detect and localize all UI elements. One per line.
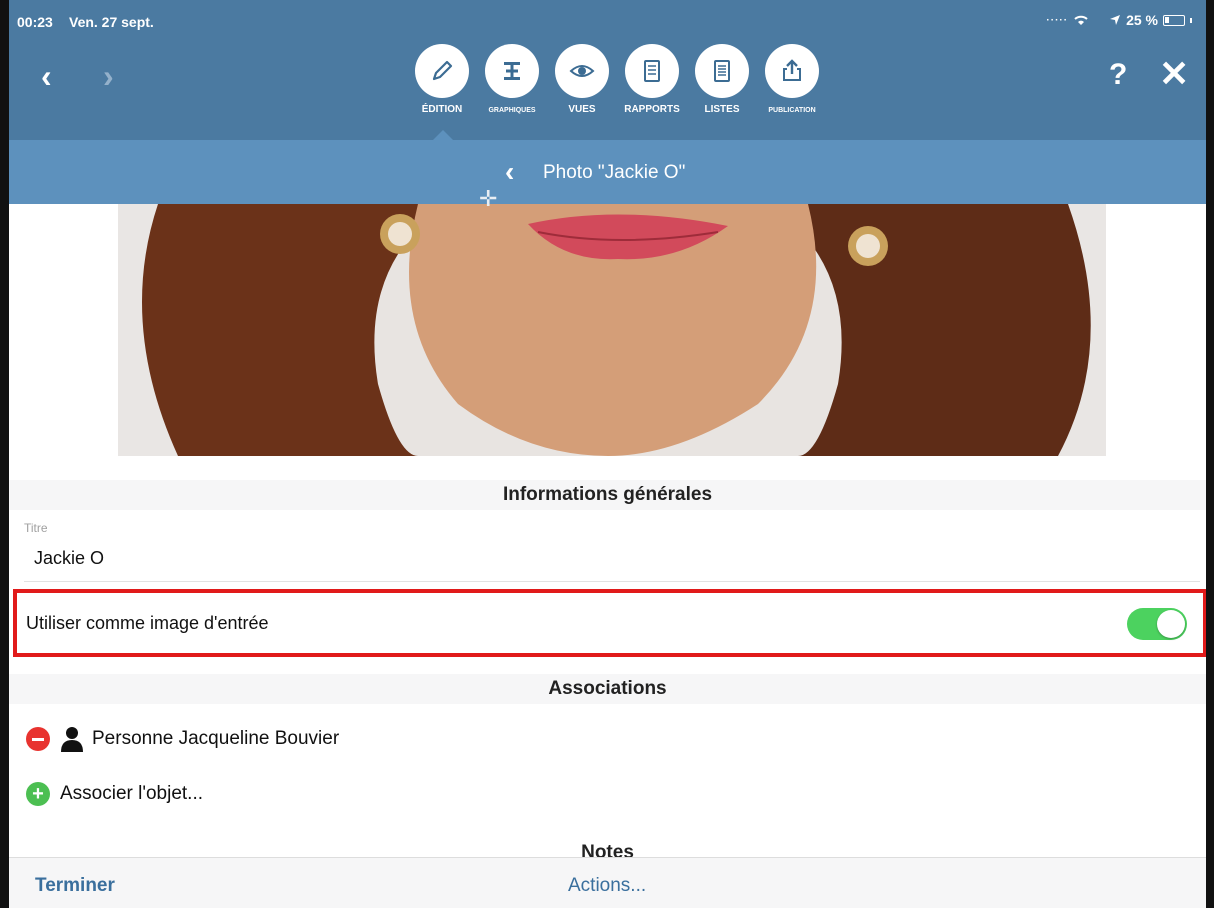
tab-rapports[interactable]: RAPPORTS (617, 44, 687, 115)
close-button[interactable]: ✕ (1159, 56, 1189, 92)
battery-percent: 25 % (1126, 12, 1158, 28)
add-association-button[interactable]: + Associer l'objet... (26, 782, 203, 806)
status-time: 00:23 (17, 14, 53, 30)
portrait-image (118, 204, 1106, 456)
back-button[interactable]: ‹ (41, 60, 52, 92)
tab-label: RAPPORTS (624, 104, 680, 115)
tab-label: PUBLICATION (768, 107, 816, 114)
tab-label: VUES (568, 104, 596, 115)
title-input[interactable] (24, 536, 1200, 582)
help-icon: ? (1109, 58, 1128, 91)
remove-icon[interactable] (26, 727, 50, 751)
chart-icon (485, 44, 539, 98)
tab-publication[interactable]: PUBLICATION (757, 44, 827, 115)
upload-icon (765, 44, 819, 98)
status-bar: 00:23 Ven. 27 sept. ····· 25 % (9, 0, 1206, 34)
tab-vues[interactable]: VUES (547, 44, 617, 115)
pencil-icon (415, 44, 469, 98)
main-tabs: ÉDITION GRAPHIQUES VUES RAPPORTS LISTES … (407, 44, 827, 115)
breadcrumb-bar: ‹ Photo "Jackie O" ✛ (9, 140, 1206, 211)
moon-icon (1096, 15, 1102, 25)
active-tab-indicator (433, 130, 453, 140)
chevron-left-icon: ‹ (41, 58, 52, 94)
add-icon: + (26, 782, 50, 806)
battery-level (1165, 16, 1169, 23)
record-photo[interactable] (118, 204, 1106, 456)
person-icon (61, 727, 83, 752)
chevron-left-icon[interactable]: ‹ (505, 156, 514, 188)
signal-icon: ····· (1046, 14, 1069, 26)
crosshair-cursor-icon: ✛ (479, 186, 498, 211)
list-icon (695, 44, 749, 98)
entry-image-toggle[interactable] (1127, 608, 1187, 640)
association-item[interactable]: Personne Jacqueline Bouvier (26, 726, 339, 752)
section-header-general: Informations générales (9, 480, 1206, 510)
wifi-icon (1074, 15, 1088, 25)
frame-border (1206, 0, 1214, 908)
close-icon: ✕ (1159, 53, 1190, 94)
status-indicators: ····· 25 % (1046, 12, 1192, 28)
top-header: 00:23 Ven. 27 sept. ····· 25 % ‹ › ÉDITI… (9, 0, 1206, 140)
tab-listes[interactable]: LISTES (687, 44, 757, 115)
eye-icon (555, 44, 609, 98)
chevron-right-icon: › (103, 58, 114, 94)
app-frame: 00:23 Ven. 27 sept. ····· 25 % ‹ › ÉDITI… (0, 0, 1214, 908)
tab-edition[interactable]: ÉDITION (407, 44, 477, 115)
frame-border (0, 0, 9, 908)
add-association-label: Associer l'objet... (60, 783, 204, 804)
location-icon (1110, 15, 1121, 25)
done-button[interactable]: Terminer (35, 875, 115, 897)
title-field-label: Titre (24, 521, 48, 535)
toggle-knob (1157, 610, 1185, 638)
tab-graphiques[interactable]: GRAPHIQUES (477, 44, 547, 115)
entry-image-label: Utiliser comme image d'entrée (26, 613, 269, 633)
battery-icon (1163, 14, 1185, 26)
entry-image-row: Utiliser comme image d'entrée (13, 589, 1207, 657)
battery-tip (1190, 17, 1192, 23)
report-icon (625, 44, 679, 98)
tab-label: LISTES (704, 104, 740, 115)
forward-button[interactable]: › (103, 60, 114, 92)
actions-button[interactable]: Actions... (568, 875, 646, 897)
section-header-associations: Associations (9, 674, 1206, 704)
tab-label: GRAPHIQUES (488, 107, 536, 114)
bottom-toolbar: Terminer Actions... (9, 857, 1206, 908)
status-date: Ven. 27 sept. (69, 14, 154, 30)
help-button[interactable]: ? (1109, 60, 1127, 90)
association-label: Personne Jacqueline Bouvier (92, 728, 340, 749)
breadcrumb-title[interactable]: Photo "Jackie O" (543, 162, 685, 184)
tab-label: ÉDITION (421, 104, 463, 115)
